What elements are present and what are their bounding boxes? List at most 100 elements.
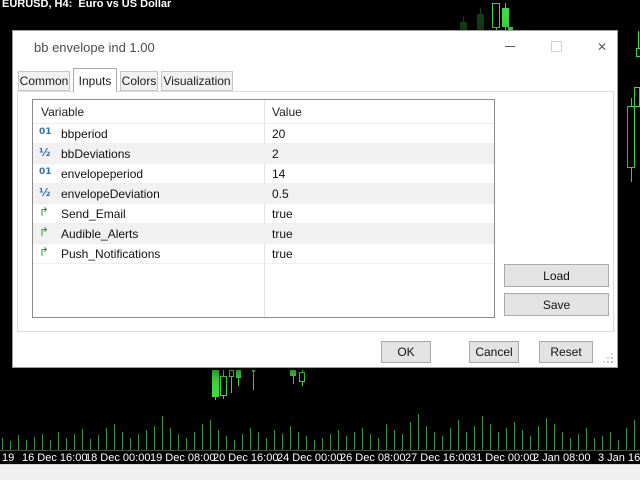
volume-bar [42,434,43,450]
candlestick [492,3,500,28]
candlestick [252,370,255,372]
candlestick [220,376,227,396]
volume-bar [378,438,379,450]
table-row[interactable]: ½ bbDeviations 2 [33,144,494,164]
inputs-tab-page: Variable Value 01 bbperiod 20 ½ bbDeviat… [17,91,614,332]
table-row[interactable]: ↱ Audible_Alerts true [33,224,494,244]
volume-bar [306,436,307,450]
volume-bar [138,434,139,450]
volume-bar [194,432,195,450]
volume-bar [186,438,187,450]
volume-bar [554,424,555,450]
param-name: envelopeDeviation [61,187,160,201]
volume-bar [562,432,563,450]
timeline-label: 31 Dec 00:00 [470,452,536,464]
param-value[interactable]: true [272,207,293,221]
param-name: bbperiod [61,127,108,141]
volume-bar [74,434,75,450]
maximize-button[interactable] [539,32,573,61]
tab-visualization[interactable]: Visualization [161,71,233,91]
param-value[interactable]: 14 [272,167,285,181]
save-button[interactable]: Save [504,293,609,316]
candlestick [229,370,234,377]
volume-bar [202,424,203,450]
volume-bar [490,424,491,450]
dialog-titlebar[interactable]: bb envelope ind 1.00 ✕ [13,31,617,63]
volume-bar [626,428,627,450]
volume-bar [530,436,531,450]
param-value[interactable]: 20 [272,127,285,141]
volume-bar [114,424,115,450]
volume-bar [146,430,147,450]
param-type-icon: ↱ [39,205,50,219]
timeline-label: 20 Dec 16:00 [213,452,279,464]
param-value[interactable]: 2 [272,147,279,161]
param-type-icon: 01 [39,127,52,137]
volume-bar [514,422,515,450]
table-row[interactable]: ↱ Push_Notifications true [33,244,494,264]
cancel-button[interactable]: Cancel [469,341,519,363]
timeline-label: 26 Dec 08:00 [340,452,406,464]
param-value[interactable]: true [272,227,293,241]
candlestick [212,370,219,397]
close-button[interactable]: ✕ [585,32,619,61]
candlestick [502,8,509,27]
volume-bar [466,432,467,450]
time-axis[interactable]: 19 16 Dec 16:00 18 Dec 00:00 19 Dec 08:00 20… [0,452,640,464]
reset-button[interactable]: Reset [539,341,593,363]
column-header-value: Value [272,105,302,119]
volume-bar [106,428,107,450]
volume-bar [34,437,35,450]
table-row[interactable]: 01 bbperiod 20 [33,124,494,144]
tab-common[interactable]: Common [18,71,70,91]
volume-bar [90,439,91,450]
volume-bar [402,434,403,450]
volume-bar [442,436,443,450]
volume-bar [258,432,259,450]
tab-inputs[interactable]: Inputs [73,68,117,92]
volume-bar [338,430,339,450]
load-button[interactable]: Load [504,264,609,287]
timeline-label: 16 Dec 16:00 [22,452,88,464]
table-row[interactable]: ↱ Send_Email true [33,204,494,224]
volume-bar [506,428,507,450]
minimize-button[interactable] [493,32,527,61]
param-value[interactable]: true [272,247,293,261]
param-value[interactable]: 0.5 [272,187,289,201]
volume-bar [314,440,315,450]
volume-bar [226,436,227,450]
resize-grip-icon[interactable] [603,353,613,363]
volume-bar [450,428,451,450]
volume-bar [50,440,51,450]
volume-bar [298,432,299,450]
volume-bar [474,426,475,450]
volume-bar [58,432,59,450]
candlestick [636,48,640,57]
volume-bar [330,434,331,450]
dialog-title: bb envelope ind 1.00 [34,40,155,55]
tab-colors[interactable]: Colors [120,71,158,91]
volume-bar [482,416,483,450]
timeline-label: 27 Dec 16:00 [405,452,471,464]
time-axis-separator [0,450,640,451]
volume-bar [162,416,163,450]
ok-button[interactable]: OK [381,341,431,363]
table-row[interactable]: 01 envelopeperiod 14 [33,164,494,184]
volume-bar [218,430,219,450]
volume-bar [546,418,547,450]
volume-bar [434,432,435,450]
volume-bar [394,430,395,450]
candlestick [634,87,640,107]
timeline-label: 3 Jan 16:00 [598,452,640,464]
close-icon: ✕ [596,39,608,54]
candlestick [477,14,484,30]
volume-bar [154,426,155,450]
param-name: envelopeperiod [61,167,144,181]
timeline-label: 24 Dec 00:00 [277,452,343,464]
table-row[interactable]: ½ envelopeDeviation 0.5 [33,184,494,204]
volume-bar [98,435,99,450]
volume-bar [386,424,387,450]
candlestick [299,372,305,382]
volume-bar [234,440,235,450]
volume-bar [602,436,603,450]
